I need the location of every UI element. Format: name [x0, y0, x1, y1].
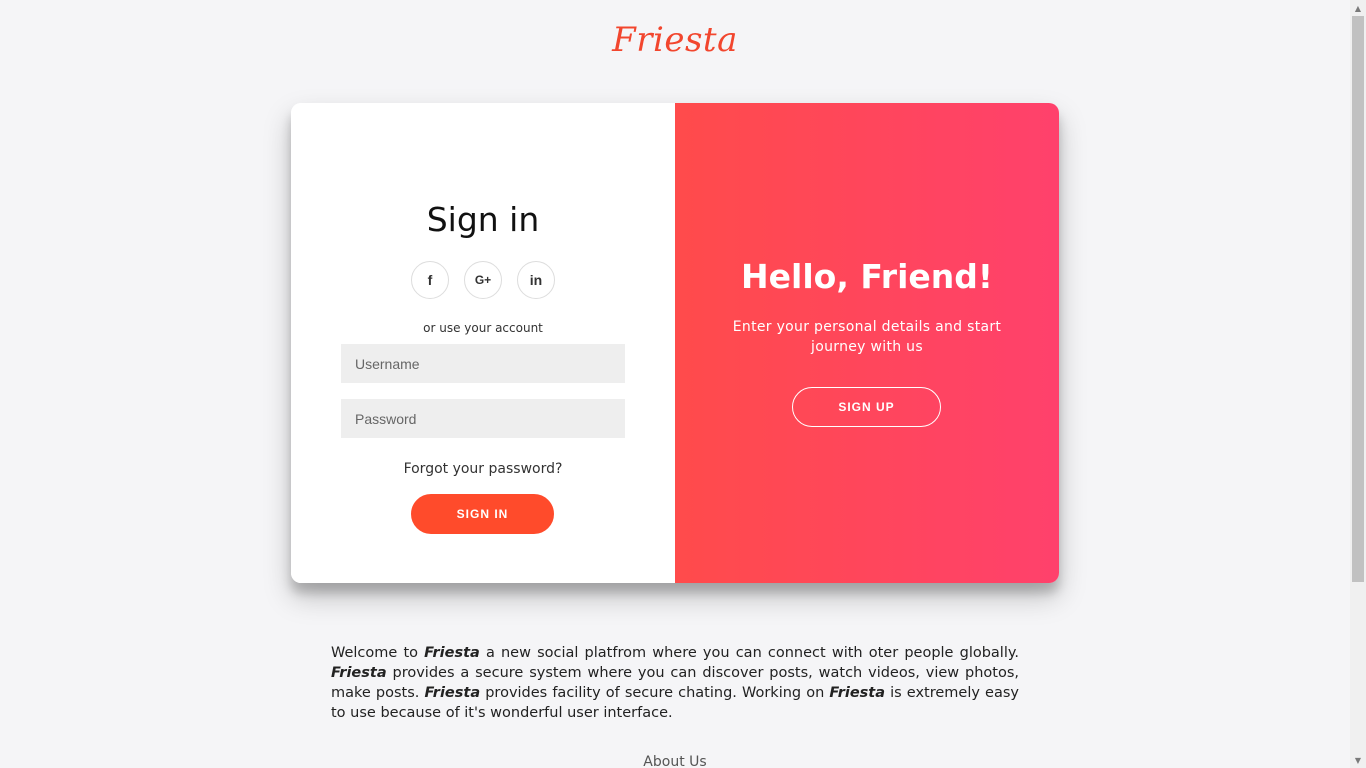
facebook-button[interactable]: f	[411, 261, 449, 299]
signin-title: Sign in	[426, 200, 540, 239]
page: Friesta Sign in f G+ in or use your acco…	[0, 0, 1366, 768]
overlay-text: Enter your personal details and start jo…	[732, 319, 1002, 355]
brand-name: Friesta	[424, 685, 481, 701]
password-input[interactable]	[341, 399, 625, 438]
brand-name: Friesta	[829, 685, 886, 701]
google-plus-button[interactable]: G+	[464, 261, 502, 299]
scrollbar-thumb[interactable]	[1352, 16, 1364, 582]
linkedin-button[interactable]: in	[517, 261, 555, 299]
vertical-scrollbar[interactable]: ▲ ▼	[1350, 0, 1366, 768]
signup-button[interactable]: SIGN UP	[792, 387, 941, 427]
facebook-icon: f	[427, 272, 433, 288]
social-buttons: f G+ in	[291, 261, 675, 299]
google-plus-icon: G+	[474, 273, 492, 287]
username-input[interactable]	[341, 344, 625, 383]
signup-overlay-panel: Hello, Friend! Enter your personal detai…	[675, 103, 1059, 583]
forgot-password-link[interactable]: Forgot your password?	[291, 461, 675, 477]
signin-panel: Sign in f G+ in or use your account Forg…	[291, 103, 675, 583]
welcome-paragraph: Welcome to Friesta a new social platfrom…	[331, 643, 1019, 723]
alt-signin-text: or use your account	[423, 321, 543, 335]
scroll-down-arrow-icon[interactable]: ▼	[1350, 752, 1366, 768]
brand-name: Friesta	[331, 665, 387, 681]
linkedin-icon: in	[529, 272, 543, 288]
brand-name: Friesta	[424, 645, 480, 661]
welcome-text: Welcome to	[331, 645, 425, 661]
brand-logo[interactable]: Friesta	[0, 20, 1350, 60]
auth-card: Sign in f G+ in or use your account Forg…	[291, 103, 1059, 583]
signin-button[interactable]: SIGN IN	[411, 494, 554, 534]
welcome-text: a new social platfrom where you can conn…	[479, 645, 1019, 661]
welcome-text: provides facility of secure chating. Wor…	[480, 685, 830, 701]
overlay-title: Hello, Friend!	[741, 257, 993, 296]
about-us-link[interactable]: About Us	[0, 754, 1350, 768]
scroll-up-arrow-icon[interactable]: ▲	[1350, 0, 1366, 16]
